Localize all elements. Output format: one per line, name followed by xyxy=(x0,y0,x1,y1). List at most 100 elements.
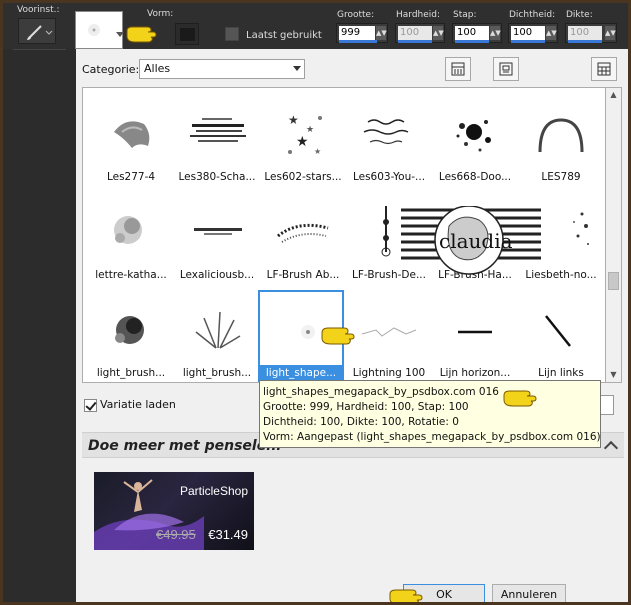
brush-item[interactable]: LES789 xyxy=(518,96,604,190)
brush-item[interactable]: light_brush... xyxy=(88,292,174,382)
brush-thumbnail xyxy=(190,118,246,142)
brush-item[interactable]: Les603-You-... xyxy=(346,96,432,190)
chevron-down-icon[interactable] xyxy=(116,32,124,37)
category-select[interactable]: Alles xyxy=(139,59,305,79)
brush-thumbnail xyxy=(458,330,492,334)
pointing-hand-icon xyxy=(321,327,355,345)
brush-item[interactable]: Lijn horizon... xyxy=(432,292,518,382)
size-value[interactable]: 999 xyxy=(339,26,375,40)
thickness-value[interactable]: 100 xyxy=(568,26,602,40)
window-frame: Voorinst.: Vorm: Laatst gebruikt Grootte… xyxy=(0,0,631,605)
brush-thumbnail xyxy=(115,316,144,344)
brush-label: light_brush... xyxy=(182,367,252,379)
preset-label: Voorinst.: xyxy=(17,5,60,15)
size-level-bar xyxy=(339,40,377,43)
last-used-checkbox[interactable] xyxy=(225,27,239,41)
brush-label: Lightning 100 xyxy=(352,367,426,379)
hardness-label: Hardheid: xyxy=(396,10,441,20)
brush-thumbnail xyxy=(361,327,417,337)
shape-label: Vorm: xyxy=(147,9,174,19)
brush-label: Les380-Scha... xyxy=(178,171,256,183)
brush-item[interactable]: ★ ★ ★ ★ Les602-stars... xyxy=(260,96,346,190)
brush-item[interactable]: light_brush... xyxy=(174,292,260,382)
step-stepper[interactable]: 100 ▲▼ xyxy=(452,23,502,43)
brush-item[interactable]: Les668-Doo... xyxy=(432,96,518,190)
size-label: Grootte: xyxy=(337,10,375,20)
step-value[interactable]: 100 xyxy=(455,26,489,40)
brush-thumbnail xyxy=(363,119,409,145)
hardness-level-bar xyxy=(398,40,432,43)
tooltip-name: light_shapes_megapack_by_psdbox.com 016 xyxy=(263,386,499,398)
brush-thumbnail xyxy=(195,311,241,349)
last-used-label: Laatst gebruikt xyxy=(246,30,322,41)
chevron-up-icon[interactable] xyxy=(603,440,619,456)
scroll-down-icon[interactable]: ▼ xyxy=(606,368,621,382)
brush-thumbnail: ★★ ★★ xyxy=(288,113,322,156)
chevron-down-icon xyxy=(293,66,301,71)
step-label: Stap: xyxy=(453,10,477,20)
tooltip-settings-1: Grootte: 999, Hardheid: 100, Stap: 100 xyxy=(263,401,469,413)
resource-grid-icon xyxy=(597,62,611,76)
brush-label: LF-Brush Ab... xyxy=(266,269,340,281)
light-shape-preview-icon xyxy=(88,24,100,36)
cancel-button[interactable]: Annuleren xyxy=(492,584,566,602)
brush-picker-dialog: Categorie: Alles Les277-4 Les380-Scha...… xyxy=(76,49,628,602)
spin-arrows-icon[interactable]: ▲▼ xyxy=(546,26,557,40)
ad-title: ParticleShop xyxy=(179,484,248,498)
brush-label: Lijn horizon... xyxy=(439,367,511,379)
brush-label: LES789 xyxy=(541,171,581,183)
left-side-panel xyxy=(3,49,76,602)
spin-arrows-icon[interactable]: ▲▼ xyxy=(433,26,444,40)
brush-label: Lijn links xyxy=(538,367,584,379)
tooltip-settings-2: Dichtheid: 100, Dikte: 100, Rotatie: 0 xyxy=(263,416,459,428)
spin-arrows-icon[interactable]: ▲▼ xyxy=(605,26,616,40)
thickness-stepper[interactable]: 100 ▲▼ xyxy=(565,23,617,43)
thickness-level-bar xyxy=(568,40,602,43)
more-brushes-title: Doe meer met penselen. xyxy=(88,438,282,454)
shape-picker[interactable] xyxy=(175,23,199,45)
brush-label: Lexaliciousb... xyxy=(179,269,255,281)
density-value[interactable]: 100 xyxy=(511,26,545,40)
brush-label: Les277-4 xyxy=(106,171,156,183)
load-variation-label: Variatie laden xyxy=(100,398,176,411)
brush-tooltip: light_shapes_megapack_by_psdbox.com 016 … xyxy=(259,380,601,448)
hardness-value[interactable]: 100 xyxy=(398,26,432,40)
export-brush-button[interactable] xyxy=(493,57,519,81)
svg-text:claudia: claudia xyxy=(439,229,513,253)
brush-grid-scrollbar[interactable]: ▲ ▼ xyxy=(606,87,622,383)
svg-text:★: ★ xyxy=(314,147,321,156)
brush-item[interactable]: Lexaliciousb... xyxy=(174,194,260,288)
brush-label: Les668-Doo... xyxy=(438,171,512,183)
paintbrush-icon xyxy=(27,25,53,40)
brush-list-view-button[interactable] xyxy=(445,57,471,81)
load-variation-checkbox[interactable] xyxy=(84,398,97,412)
svg-text:★: ★ xyxy=(296,134,309,150)
brush-label: light_brush... xyxy=(96,367,166,379)
spin-arrows-icon[interactable]: ▲▼ xyxy=(490,26,501,40)
brush-item[interactable]: Lightning 100 xyxy=(346,292,432,382)
brush-item[interactable]: Les380-Scha... xyxy=(174,96,260,190)
scroll-up-icon[interactable]: ▲ xyxy=(606,88,621,102)
density-stepper[interactable]: 100 ▲▼ xyxy=(508,23,558,43)
brush-item[interactable]: lettre-katha... xyxy=(88,194,174,288)
thickness-label: Dikte: xyxy=(566,10,593,20)
resource-manager-button[interactable] xyxy=(591,57,617,81)
load-variation-option[interactable]: Variatie laden xyxy=(84,398,176,412)
category-label: Categorie: xyxy=(82,63,140,76)
preset-picker[interactable] xyxy=(18,18,56,44)
brush-item[interactable]: LF-Brush Ab... xyxy=(260,194,346,288)
brush-thumbnail xyxy=(114,121,150,148)
brush-tip-swatch[interactable] xyxy=(75,11,123,49)
export-brush-icon xyxy=(499,62,513,76)
brush-thumbnail xyxy=(194,228,242,235)
brush-item[interactable]: Les277-4 xyxy=(88,96,174,190)
pointing-hand-icon xyxy=(126,26,157,43)
scroll-thumb[interactable] xyxy=(608,272,619,290)
spin-arrows-icon[interactable]: ▲▼ xyxy=(376,26,387,40)
brush-label: lettre-katha... xyxy=(95,269,167,281)
particleshop-ad[interactable]: ParticleShop €49.95 €31.49 xyxy=(94,472,254,550)
brush-item[interactable]: Lijn links xyxy=(518,292,604,382)
hardness-stepper[interactable]: 100 ▲▼ xyxy=(395,23,445,43)
size-stepper[interactable]: 999 ▲▼ xyxy=(336,23,388,43)
brush-thumbnail xyxy=(114,216,142,244)
